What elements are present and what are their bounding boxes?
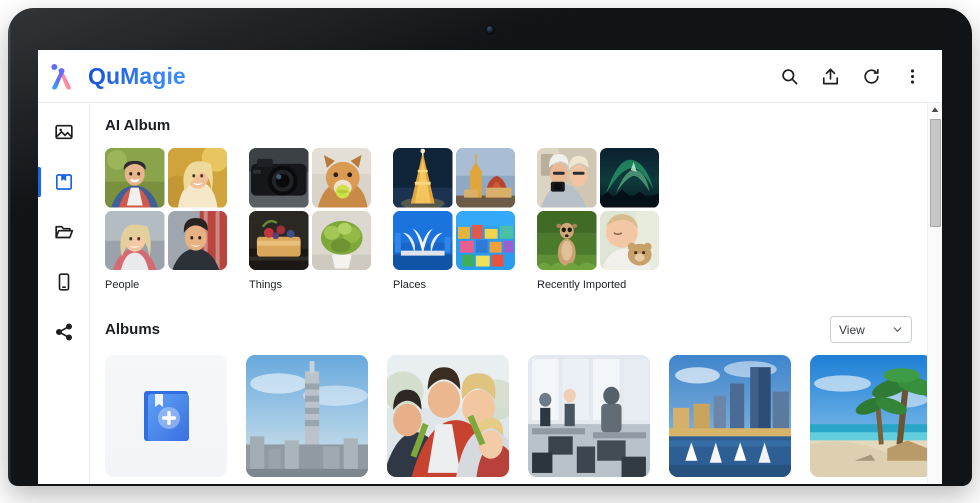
sidebar-item-photos[interactable] <box>38 115 90 149</box>
scroll-up-arrow-icon[interactable] <box>928 103 942 117</box>
scrollbar-thumb[interactable] <box>930 119 941 227</box>
add-album-thumb <box>105 355 227 477</box>
album-card-usa[interactable]: USA 21 photos, 2 videos <box>669 355 791 484</box>
album-card-beach[interactable]: Beach 12 photos, 2 videos <box>810 355 932 484</box>
albums-row: Add album <box>105 355 942 484</box>
album-card-office[interactable]: Office 11 photos, 1 videos <box>528 355 650 484</box>
ai-tile-artscience-museum <box>393 211 453 271</box>
album-thumb-open-plan-office-workers <box>528 355 650 477</box>
app-title: QuMagie <box>88 63 186 90</box>
ai-album-card-things[interactable]: Things <box>249 148 371 291</box>
albums-header: Albums View <box>105 316 942 343</box>
album-card-taiwan[interactable]: Taiwan 12 photos, 1 videos <box>246 355 368 484</box>
content-scrollbar[interactable] <box>927 103 942 484</box>
photo-icon <box>54 122 74 142</box>
upload-icon[interactable] <box>821 67 840 86</box>
mobile-device-icon <box>54 272 74 292</box>
ai-album-card-people[interactable]: People <box>105 148 227 291</box>
album-thumb-taipei-101-skyline <box>246 355 368 477</box>
ai-album-thumb-grid <box>537 148 659 270</box>
app-header: QuMagie <box>38 50 942 103</box>
app-body: AI Album <box>38 103 942 484</box>
album-thumb-boston-skyline-sailboats <box>669 355 791 477</box>
ai-album-card-recently-imported[interactable]: Recently Imported <box>537 148 659 291</box>
search-icon[interactable] <box>780 67 799 86</box>
ai-tile-aurora-borealis <box>600 148 660 208</box>
album-card-hiking[interactable]: Hiking 22 photos, 2 videos <box>387 355 509 484</box>
album-thumb-family-hiking-outdoors <box>387 355 509 477</box>
qumagie-logo-icon <box>46 61 77 92</box>
ai-tile-girl-portrait <box>105 211 165 271</box>
album-icon <box>54 172 74 192</box>
sidebar-item-folders[interactable] <box>38 215 90 249</box>
content-area: AI Album <box>90 103 942 484</box>
ai-tile-eiffel-tower-night <box>393 148 453 208</box>
ai-tile-blonde-woman-smiling <box>168 148 228 208</box>
ai-album-label: Recently Imported <box>537 279 659 291</box>
front-camera-icon <box>487 26 494 33</box>
brand[interactable]: QuMagie <box>46 61 186 92</box>
sidebar-item-albums[interactable] <box>38 165 90 199</box>
ai-tile-potted-plant <box>312 211 372 271</box>
sidebar-item-shared[interactable] <box>38 315 90 349</box>
add-album-book-icon <box>139 387 193 445</box>
add-album-card[interactable]: Add album <box>105 355 227 484</box>
albums-title: Albums <box>105 321 160 338</box>
ai-album-label: Things <box>249 279 371 291</box>
ai-album-thumb-grid <box>249 148 371 270</box>
application-screen: QuMagie <box>38 50 942 484</box>
share-icon <box>54 322 74 342</box>
header-actions <box>780 67 922 86</box>
ai-tile-dessert-food <box>249 211 309 271</box>
sidebar-item-mobile[interactable] <box>38 265 90 299</box>
folder-icon <box>54 222 74 242</box>
refresh-icon[interactable] <box>862 67 881 86</box>
ai-tile-colorful-hillside-town <box>456 211 516 271</box>
tablet-device-frame: QuMagie <box>8 8 972 486</box>
sidebar <box>38 103 90 484</box>
chevron-down-icon <box>892 324 903 335</box>
ai-album-card-places[interactable]: Places <box>393 148 515 291</box>
ai-tile-meerkat-in-grass <box>537 211 597 271</box>
view-select-label: View <box>839 323 865 337</box>
ai-album-label: Places <box>393 279 515 291</box>
view-select[interactable]: View <box>830 316 912 343</box>
ai-album-label: People <box>105 279 227 291</box>
ai-tile-baby-with-teddy <box>600 211 660 271</box>
more-options-icon[interactable] <box>903 67 922 86</box>
ai-tile-budapest-parliament <box>456 148 516 208</box>
ai-album-thumb-grid <box>393 148 515 270</box>
ai-tile-couple-with-camera <box>537 148 597 208</box>
ai-album-thumb-grid <box>105 148 227 270</box>
ai-album-row: People <box>105 148 942 291</box>
ai-tile-dslr-camera <box>249 148 309 208</box>
album-thumb-tropical-beach-palm-trees <box>810 355 932 477</box>
ai-album-title: AI Album <box>105 117 942 134</box>
ai-tile-man-cyclist-portrait <box>105 148 165 208</box>
screenshot-stage: QuMagie <box>0 0 980 503</box>
ai-tile-boy-portrait <box>168 211 228 271</box>
ai-tile-dog-with-ball <box>312 148 372 208</box>
